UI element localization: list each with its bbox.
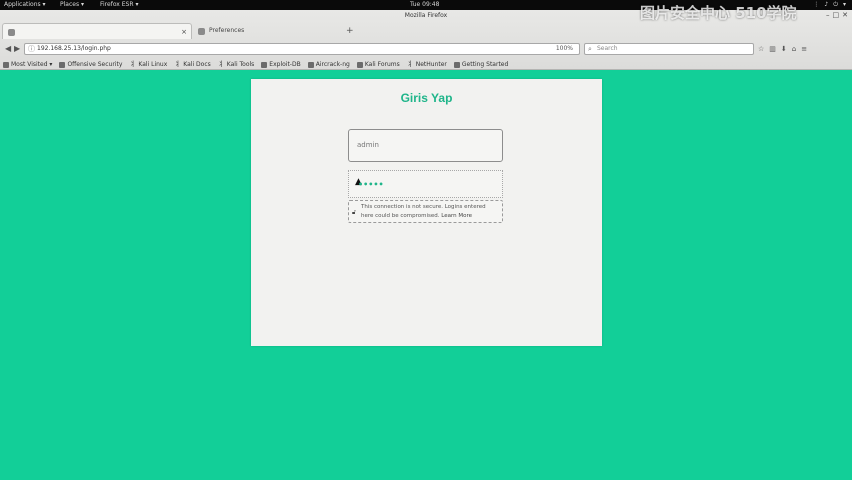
- kali-icon: ⺦: [129, 60, 137, 68]
- star-icon[interactable]: ☆: [758, 43, 764, 55]
- library-icon[interactable]: ▥: [769, 43, 776, 55]
- tab-preferences[interactable]: Preferences: [193, 23, 343, 39]
- maximize-icon[interactable]: □: [833, 11, 840, 19]
- bookmark-label: Exploit-DB: [269, 61, 301, 68]
- back-icon[interactable]: ◀: [5, 43, 11, 55]
- volume-icon: ♪: [824, 1, 829, 8]
- page-icon: [261, 61, 268, 68]
- bookmark-kali-docs[interactable]: ⺦ Kali Docs: [174, 59, 210, 70]
- url-text: 192.168.25.13/login.php: [37, 45, 111, 52]
- minimize-icon[interactable]: –: [826, 11, 830, 19]
- bookmark-exploit-db[interactable]: Exploit-DB: [261, 59, 301, 70]
- search-placeholder: Search: [597, 45, 618, 52]
- page-icon: [356, 61, 363, 68]
- info-icon[interactable]: ⓘ: [28, 44, 35, 54]
- bookmark-kali-forums[interactable]: Kali Forums: [356, 59, 400, 70]
- bookmark-label: Kali Docs: [183, 61, 211, 68]
- kali-icon: ⺦: [406, 60, 414, 68]
- menu-icon[interactable]: ≡: [801, 43, 807, 55]
- search-bar[interactable]: ⌕ Search: [584, 43, 754, 55]
- page-icon: [307, 61, 314, 68]
- bookmarks-toolbar: Most Visited ▾ Offensive Security ⺦ Kali …: [0, 59, 852, 70]
- gear-icon: [3, 61, 9, 68]
- bookmark-label: Kali Forums: [364, 61, 400, 68]
- new-tab-button[interactable]: +: [346, 23, 354, 39]
- bookmark-kali-tools[interactable]: ⺦ Kali Tools: [218, 59, 255, 70]
- password-dots: •••••: [358, 180, 384, 189]
- navigation-toolbar: ◀ ▶ ⓘ 192.168.25.13/login.php 100% ⌕ Sea…: [0, 40, 852, 58]
- favicon-icon: [8, 29, 15, 36]
- username-field[interactable]: admin: [348, 129, 503, 162]
- bookmark-offensive-security[interactable]: Offensive Security: [59, 59, 122, 70]
- tab-label: Preferences: [209, 27, 245, 34]
- window-controls: – □ ✕: [826, 11, 848, 19]
- bookmark-label: Getting Started: [461, 61, 509, 68]
- close-tab-icon[interactable]: ×: [181, 24, 187, 40]
- gear-icon: [198, 28, 205, 35]
- learn-more-link[interactable]: Learn More: [441, 213, 472, 219]
- login-card: Giris Yap admin ▲ ••••• 🔓︎ This connecti…: [251, 79, 602, 346]
- zoom-level[interactable]: 100%: [556, 44, 573, 54]
- bookmark-label: Most Visited ▾: [11, 61, 53, 68]
- bookmark-aircrack-ng[interactable]: Aircrack-ng: [307, 59, 350, 70]
- clock[interactable]: Tue 09:48: [410, 0, 439, 10]
- kali-icon: ⺦: [174, 60, 182, 68]
- bookmark-label: Aircrack-ng: [315, 61, 350, 68]
- bookmark-label: Offensive Security: [67, 61, 123, 68]
- close-window-icon[interactable]: ✕: [842, 11, 848, 19]
- insecure-login-warning[interactable]: 🔓︎ This connection is not secure. Logins…: [348, 200, 503, 223]
- power-icon: ⏻: [833, 1, 838, 8]
- places-menu[interactable]: Places ▾: [60, 0, 84, 10]
- tab-login[interactable]: ×: [2, 23, 192, 39]
- kali-icon: ⺦: [217, 60, 225, 68]
- bookmark-kali-linux[interactable]: ⺦ Kali Linux: [129, 59, 167, 70]
- bookmark-label: Kali Linux: [138, 61, 168, 68]
- page-title: Giris Yap: [400, 91, 453, 105]
- bookmark-getting-started[interactable]: Getting Started: [453, 59, 509, 70]
- page-icon: [59, 61, 66, 68]
- watermark: 图片安全中心 510学院: [640, 4, 797, 22]
- bookmark-label: NetHunter: [415, 61, 447, 68]
- search-icon: ⌕: [588, 45, 592, 53]
- firefox-app-menu[interactable]: Firefox ESR ▾: [100, 0, 138, 10]
- forward-icon[interactable]: ▶: [14, 43, 20, 55]
- download-icon[interactable]: ⬇: [781, 43, 787, 55]
- bookmark-label: Kali Tools: [226, 61, 255, 68]
- toolbar-icons: ☆ ▥ ⬇ ⌂ ≡: [758, 43, 807, 55]
- system-tray[interactable]: ⋮ ♪ ⏻ ▾: [813, 0, 846, 10]
- applications-menu[interactable]: Applications ▾: [4, 0, 46, 10]
- bookmark-most-visited[interactable]: Most Visited ▾: [3, 59, 52, 70]
- url-bar[interactable]: ⓘ 192.168.25.13/login.php 100%: [24, 43, 580, 55]
- password-field[interactable]: ▲ •••••: [348, 170, 503, 198]
- bookmark-nethunter[interactable]: ⺦ NetHunter: [407, 59, 447, 70]
- broken-lock-icon: 🔓︎: [352, 209, 356, 216]
- home-icon[interactable]: ⌂: [792, 43, 796, 55]
- dropdown-icon: ▾: [842, 1, 846, 8]
- network-icon: ⋮: [813, 1, 820, 8]
- page-icon: [453, 61, 460, 68]
